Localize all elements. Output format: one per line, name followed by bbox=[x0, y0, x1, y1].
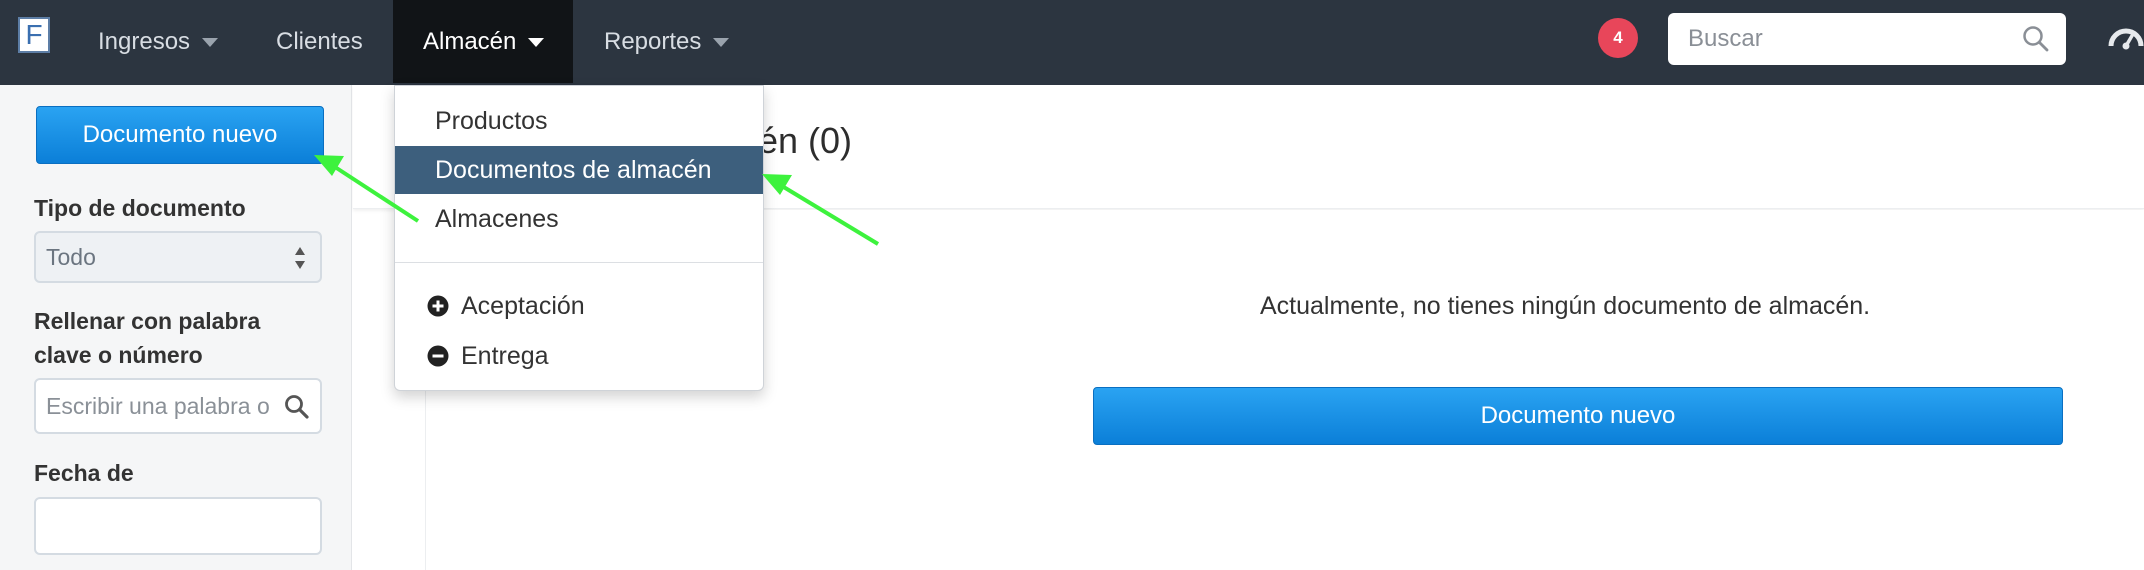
app-logo[interactable]: F bbox=[18, 17, 50, 53]
nav-reportes[interactable]: Reportes bbox=[574, 0, 759, 83]
search-icon[interactable] bbox=[2022, 25, 2050, 58]
empty-state-message: Actualmente, no tienes ningún documento … bbox=[1260, 292, 1871, 320]
doc-type-value: Todo bbox=[46, 243, 96, 270]
menu-action-entrega[interactable]: Entrega bbox=[427, 336, 549, 376]
nav-ingresos[interactable]: Ingresos bbox=[68, 0, 248, 83]
menu-item-productos[interactable]: Productos bbox=[395, 97, 763, 145]
menu-item-label: Productos bbox=[435, 106, 548, 135]
search-input[interactable] bbox=[1668, 13, 1998, 65]
nav-almacen-label: Almacén bbox=[423, 27, 517, 55]
new-document-main-button[interactable]: Documento nuevo bbox=[1093, 387, 2063, 445]
new-document-button[interactable]: Documento nuevo bbox=[36, 106, 324, 164]
nav-ingresos-label: Ingresos bbox=[98, 27, 191, 55]
minus-circle-icon bbox=[427, 345, 449, 367]
menu-item-documentos-almacen[interactable]: Documentos de almacén bbox=[395, 146, 763, 194]
search-icon bbox=[284, 394, 310, 426]
notifications-badge[interactable]: 4 bbox=[1598, 18, 1638, 58]
plus-circle-icon bbox=[427, 295, 449, 317]
doc-type-label: Tipo de documento bbox=[34, 195, 246, 221]
menu-divider bbox=[395, 262, 763, 263]
menu-action-aceptacion[interactable]: Aceptación bbox=[427, 286, 585, 326]
nav-clientes-label: Clientes bbox=[276, 27, 363, 55]
select-arrows-icon bbox=[295, 247, 305, 269]
menu-item-label: Documentos de almacén bbox=[435, 155, 712, 184]
nav-clientes[interactable]: Clientes bbox=[246, 0, 393, 83]
keyword-placeholder: Escribir una palabra o bbox=[46, 392, 270, 419]
keyword-label-line1: Rellenar con palabra bbox=[34, 308, 261, 334]
menu-item-label: Almacenes bbox=[435, 204, 559, 233]
almacen-dropdown-menu: Productos Documentos de almacén Almacene… bbox=[394, 85, 764, 391]
dashboard-icon[interactable] bbox=[2108, 22, 2144, 57]
keyword-label-line2: clave o número bbox=[34, 342, 203, 368]
caret-down-icon bbox=[713, 38, 730, 47]
caret-down-icon bbox=[528, 38, 545, 47]
nav-almacen[interactable]: Almacén bbox=[393, 0, 573, 83]
date-from-label: Fecha de bbox=[34, 460, 134, 486]
top-navbar: F Ingresos Clientes Almacén Reportes 4 bbox=[0, 0, 2144, 85]
menu-item-almacenes[interactable]: Almacenes bbox=[395, 195, 763, 243]
menu-action-label: Entrega bbox=[461, 341, 549, 370]
search-box bbox=[1668, 13, 2066, 65]
caret-down-icon bbox=[202, 38, 219, 47]
keyword-input[interactable]: Escribir una palabra o bbox=[34, 378, 322, 434]
menu-action-label: Aceptación bbox=[461, 291, 585, 320]
nav-reportes-label: Reportes bbox=[604, 27, 702, 55]
date-from-input[interactable] bbox=[34, 497, 322, 555]
filter-sidebar: Documento nuevo Tipo de documento Todo R… bbox=[0, 85, 352, 570]
doc-type-select[interactable]: Todo bbox=[34, 231, 322, 283]
